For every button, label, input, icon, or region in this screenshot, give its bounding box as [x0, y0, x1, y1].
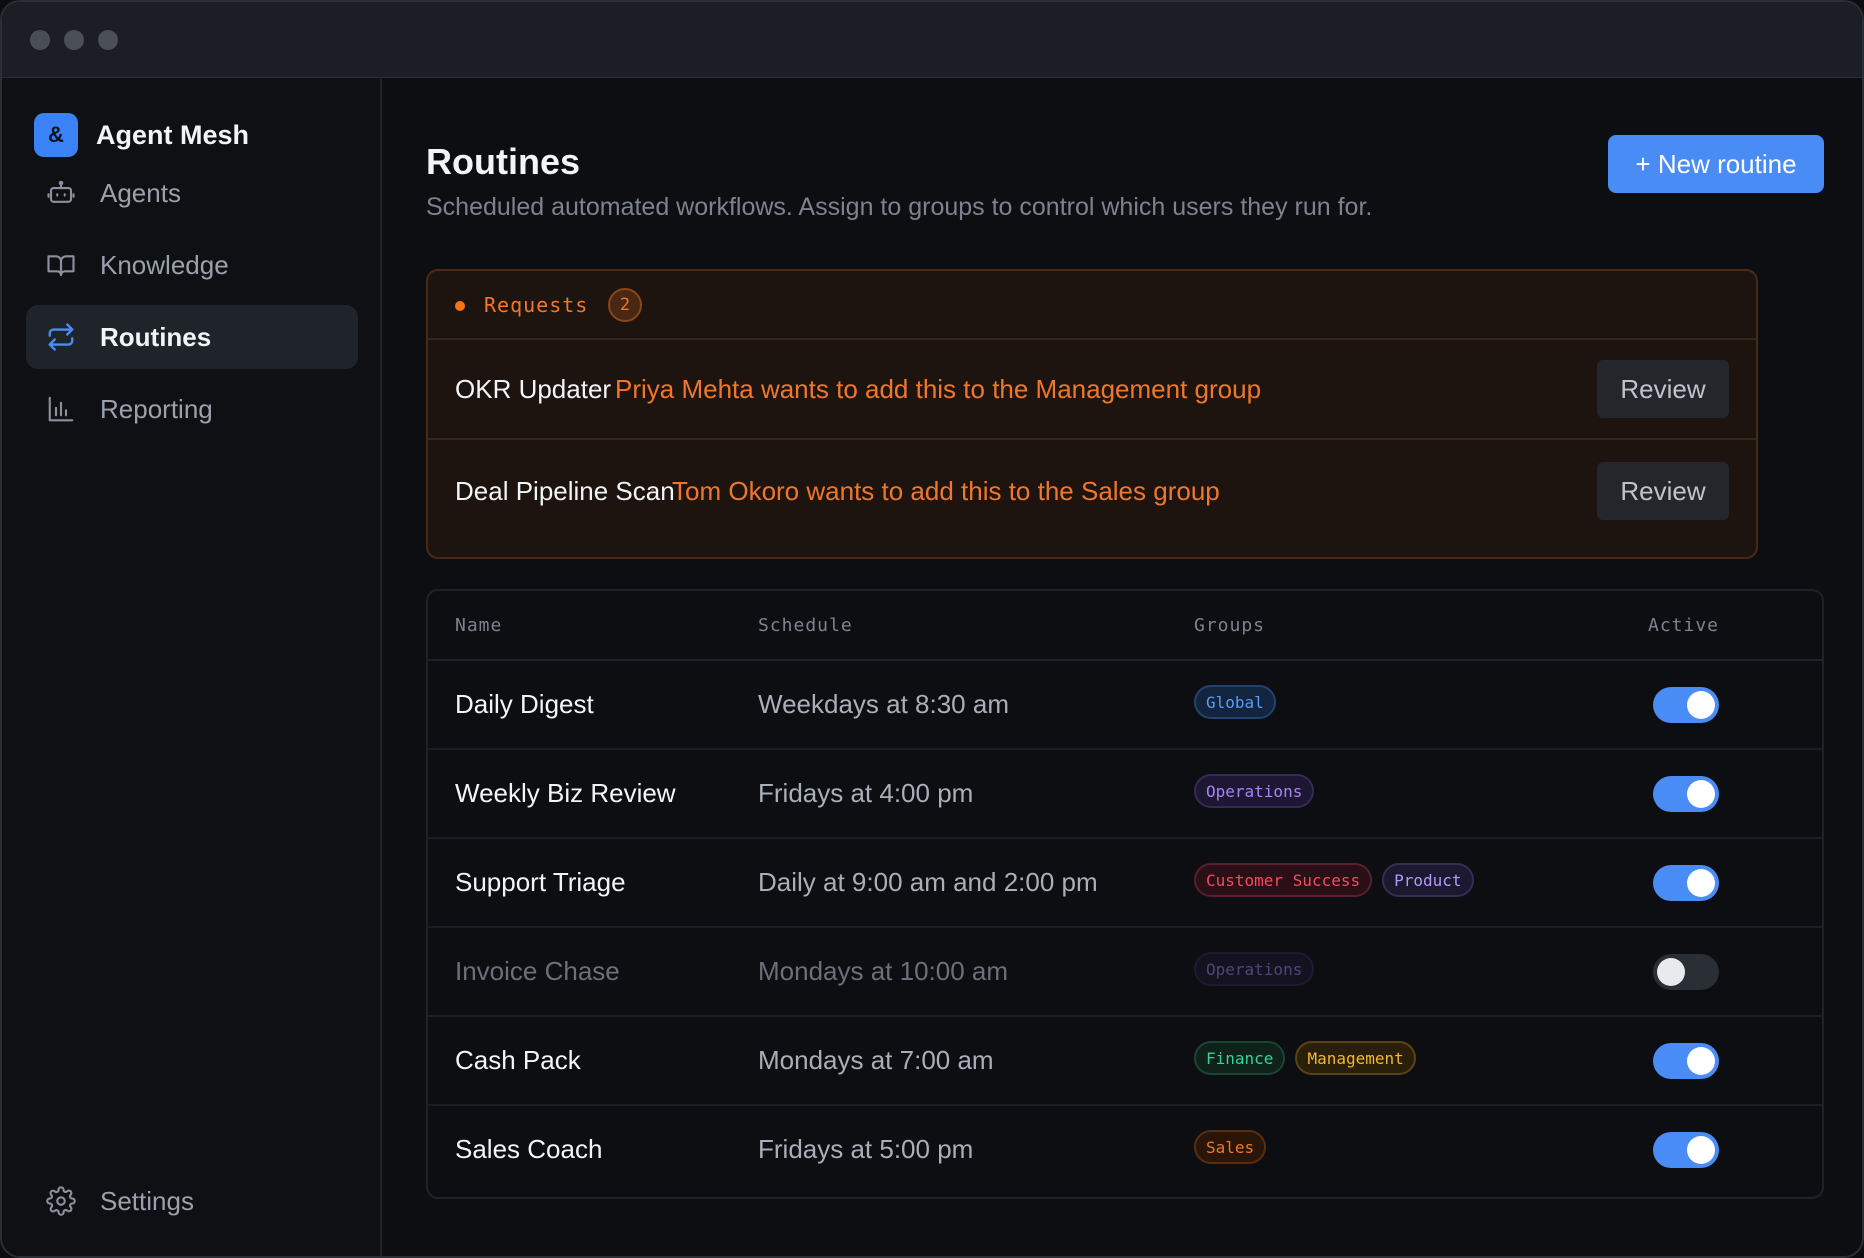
routines-table: Name Schedule Groups Active Daily Digest… — [426, 589, 1824, 1199]
group-tag[interactable]: Customer Success — [1194, 863, 1373, 897]
table-header: Name Schedule Groups Active — [428, 591, 1822, 661]
sidebar-item-settings[interactable]: Settings — [26, 1169, 358, 1233]
brand-name: Agent Mesh — [96, 119, 250, 150]
active-toggle[interactable] — [1653, 954, 1719, 990]
routine-name: Support Triage — [455, 867, 626, 897]
group-tag[interactable]: Sales — [1194, 1130, 1267, 1164]
group-tag[interactable]: Operations — [1194, 952, 1315, 986]
active-toggle[interactable] — [1653, 687, 1719, 723]
group-tags: Sales — [1194, 1130, 1267, 1164]
sidebar-item-reporting[interactable]: Reporting — [26, 377, 358, 441]
group-tags: Operations — [1194, 952, 1315, 986]
book-icon — [47, 255, 75, 277]
window-close-button[interactable] — [30, 30, 50, 50]
sidebar-item-routines[interactable]: Routines — [26, 305, 358, 369]
requests-header: Requests 2 — [428, 271, 1756, 340]
group-tags: Finance Management — [1194, 1041, 1416, 1075]
column-header-active[interactable]: Active — [1648, 615, 1719, 636]
toggle-knob — [1687, 780, 1715, 808]
group-tag[interactable]: Management — [1295, 1041, 1416, 1075]
table-row[interactable]: Weekly Biz Review Fridays at 4:00 pm Ope… — [428, 750, 1822, 839]
sidebar-item-label: Settings — [100, 1185, 194, 1216]
routine-schedule: Mondays at 7:00 am — [758, 1045, 994, 1075]
group-tag[interactable]: Product — [1382, 863, 1474, 897]
routine-name: Daily Digest — [455, 689, 594, 719]
main-content: Routines Scheduled automated workflows. … — [384, 79, 1862, 1256]
column-header-groups[interactable]: Groups — [1194, 615, 1265, 636]
column-header-schedule[interactable]: Schedule — [758, 615, 853, 636]
brand-logo: & — [34, 113, 78, 157]
group-tags: Customer Success Product — [1194, 863, 1474, 897]
table-row[interactable]: Invoice Chase Mondays at 10:00 am Operat… — [428, 928, 1822, 1017]
request-message: Priya Mehta wants to add this to the Man… — [615, 374, 1262, 404]
request-routine-name: Deal Pipeline Scan — [455, 476, 675, 506]
request-message: Tom Okoro wants to add this to the Sales… — [672, 476, 1220, 506]
repeat-icon — [48, 323, 74, 351]
sidebar-item-label: Agents — [100, 177, 181, 208]
title-bar — [2, 2, 1862, 78]
toggle-knob — [1687, 691, 1715, 719]
review-button[interactable]: Review — [1597, 360, 1729, 418]
active-toggle[interactable] — [1653, 776, 1719, 812]
routine-name: Sales Coach — [455, 1134, 603, 1164]
table-row[interactable]: Daily Digest Weekdays at 8:30 am Global — [428, 661, 1822, 750]
active-toggle[interactable] — [1653, 1043, 1719, 1079]
window-zoom-button[interactable] — [98, 30, 118, 50]
toggle-knob — [1687, 1136, 1715, 1164]
table-row[interactable]: Sales Coach Fridays at 5:00 pm Sales — [428, 1106, 1822, 1195]
column-header-name[interactable]: Name — [455, 615, 502, 636]
routine-name: Weekly Biz Review — [455, 778, 676, 808]
review-button[interactable]: Review — [1597, 462, 1729, 520]
requests-count-badge: 2 — [608, 288, 642, 322]
routine-schedule: Fridays at 5:00 pm — [758, 1134, 974, 1164]
routine-schedule: Mondays at 10:00 am — [758, 956, 1009, 986]
routine-name: Cash Pack — [455, 1045, 581, 1075]
request-separator: · — [649, 476, 657, 501]
request-row: Deal Pipeline Scan · Tom Okoro wants to … — [428, 442, 1756, 542]
toggle-knob — [1657, 958, 1685, 986]
group-tag[interactable]: Operations — [1194, 774, 1315, 808]
routine-name: Invoice Chase — [455, 956, 620, 986]
sidebar-item-label: Reporting — [100, 393, 213, 424]
sidebar-item-label: Knowledge — [100, 249, 229, 280]
robot-icon — [47, 180, 75, 203]
group-tags: Operations — [1194, 774, 1315, 808]
group-tag[interactable]: Finance — [1194, 1041, 1286, 1075]
request-separator: · — [592, 374, 600, 399]
sidebar-item-knowledge[interactable]: Knowledge — [26, 233, 358, 297]
toggle-knob — [1687, 1047, 1715, 1075]
toggle-knob — [1687, 869, 1715, 897]
requests-panel: Requests 2 OKR Updater · Priya Mehta wan… — [426, 269, 1758, 559]
routine-schedule: Weekdays at 8:30 am — [758, 689, 1009, 719]
window-minimize-button[interactable] — [64, 30, 84, 50]
gear-icon — [46, 1186, 76, 1216]
page-title: Routines — [426, 141, 581, 182]
sidebar: & Agent Mesh Agents Knowledge Routines R… — [2, 79, 382, 1256]
new-routine-button[interactable]: + New routine — [1608, 135, 1824, 193]
group-tag[interactable]: Global — [1194, 685, 1276, 719]
app-window: & Agent Mesh Agents Knowledge Routines R… — [0, 0, 1864, 1258]
status-dot-icon — [455, 301, 465, 311]
routine-schedule: Fridays at 4:00 pm — [758, 778, 974, 808]
request-routine-name: OKR Updater — [455, 374, 612, 404]
sidebar-item-label: Routines — [100, 321, 212, 352]
sidebar-item-agents[interactable]: Agents — [26, 161, 358, 225]
requests-title: Requests — [484, 293, 589, 317]
active-toggle[interactable] — [1653, 865, 1719, 901]
page-subtitle: Scheduled automated workflows. Assign to… — [426, 193, 1373, 221]
group-tags: Global — [1194, 685, 1276, 719]
active-toggle[interactable] — [1653, 1132, 1719, 1168]
brand[interactable]: & Agent Mesh — [34, 113, 249, 157]
table-row[interactable]: Cash Pack Mondays at 7:00 am Finance Man… — [428, 1017, 1822, 1106]
table-row[interactable]: Support Triage Daily at 9:00 am and 2:00… — [428, 839, 1822, 928]
routine-schedule: Daily at 9:00 am and 2:00 pm — [758, 867, 1098, 897]
request-row: OKR Updater · Priya Mehta wants to add t… — [428, 340, 1756, 440]
bar-chart-icon — [48, 396, 74, 422]
